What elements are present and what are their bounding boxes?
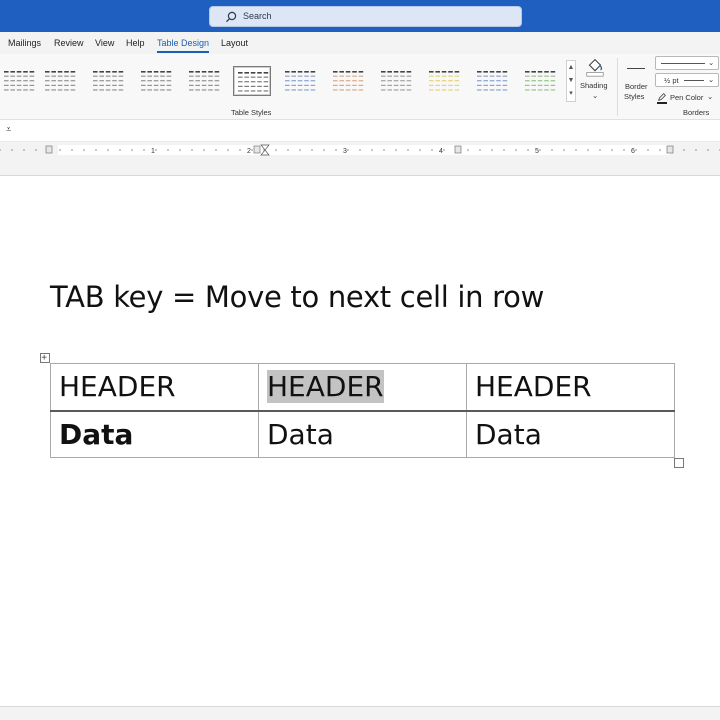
- table-style-option[interactable]: [281, 66, 319, 96]
- ruler-number: 4: [439, 148, 443, 155]
- table-style-thumbnail-icon: [4, 71, 35, 91]
- column-marker[interactable]: [45, 145, 53, 154]
- table-style-option[interactable]: [185, 66, 223, 96]
- tab-mailings[interactable]: Mailings: [8, 38, 41, 48]
- quick-access-bar: ⩡: [0, 120, 720, 142]
- pen-color-label: Pen Color: [670, 93, 704, 102]
- table-style-option[interactable]: [137, 66, 175, 96]
- shading-button[interactable]: Shading ⌄: [580, 56, 610, 102]
- ruler-number: 3: [343, 148, 347, 155]
- search-icon: [226, 11, 237, 23]
- ribbon-tabs: Mailings Review View Help Table Design L…: [0, 32, 720, 54]
- document-table: HEADER HEADER HEADER Data Data Data: [50, 363, 675, 458]
- scroll-down-icon[interactable]: ▼: [567, 74, 575, 87]
- search-placeholder: Search: [243, 11, 272, 21]
- pen-weight-dropdown[interactable]: ½ pt ⌄: [655, 73, 719, 87]
- table-styles-group-label: Table Styles: [231, 108, 272, 117]
- table-style-option[interactable]: [425, 66, 463, 96]
- status-bar: [0, 706, 720, 720]
- cell-text-selected: HEADER: [267, 370, 384, 404]
- ribbon-separator: [617, 58, 618, 116]
- column-marker[interactable]: [666, 145, 674, 154]
- tab-layout[interactable]: Layout: [221, 38, 248, 48]
- tab-table-design[interactable]: Table Design: [157, 38, 210, 53]
- table-style-thumbnail-icon: [93, 71, 124, 91]
- gallery-more-icon[interactable]: ▾: [567, 87, 575, 100]
- border-styles-label-1: Border: [625, 82, 648, 91]
- chevron-down-icon: ⌄: [708, 58, 715, 67]
- table-styles-gallery: [0, 60, 566, 102]
- table-style-option[interactable]: [233, 66, 271, 96]
- border-line-preview: [627, 68, 645, 69]
- table-row: HEADER HEADER HEADER: [50, 363, 675, 412]
- table-cell[interactable]: HEADER: [466, 363, 675, 412]
- pen-weight-line: [684, 80, 704, 81]
- tab-review[interactable]: Review: [54, 38, 84, 48]
- cell-text: Data: [475, 417, 542, 451]
- table-style-option[interactable]: [473, 66, 511, 96]
- table-style-thumbnail-icon: [45, 71, 76, 91]
- borders-group-label: Borders: [683, 108, 710, 117]
- table-move-handle-icon[interactable]: [40, 353, 50, 363]
- table-style-thumbnail-icon: [238, 72, 269, 92]
- table-style-thumbnail-icon: [141, 71, 172, 91]
- document-heading[interactable]: TAB key = Move to next cell in row: [50, 280, 544, 314]
- pen-color-button[interactable]: Pen Color ⌄: [656, 91, 720, 105]
- table-style-option[interactable]: [41, 66, 79, 96]
- shading-bucket-icon: [586, 58, 604, 77]
- scroll-up-icon[interactable]: ▲: [567, 61, 575, 74]
- pen-style-line: [661, 63, 705, 64]
- ruler-number: 6: [631, 148, 635, 155]
- table-resize-handle-icon[interactable]: [674, 458, 684, 468]
- table-cell[interactable]: Data: [258, 410, 467, 458]
- ribbon: ▲ ▼ ▾ Table Styles Shading ⌄ Border Styl…: [0, 54, 720, 120]
- table-cell[interactable]: Data: [466, 410, 675, 458]
- cell-text: HEADER: [475, 370, 592, 404]
- pen-style-dropdown[interactable]: ⌄: [655, 56, 719, 70]
- table-style-option[interactable]: [329, 66, 367, 96]
- column-marker[interactable]: [454, 145, 462, 154]
- table-style-thumbnail-icon: [381, 71, 412, 91]
- table-style-option[interactable]: [0, 66, 38, 96]
- ruler-band: [58, 145, 670, 155]
- table-style-thumbnail-icon: [285, 71, 316, 91]
- chevron-down-icon: ⌄: [708, 75, 715, 84]
- pen-icon: [658, 93, 666, 101]
- table-style-thumbnail-icon: [333, 71, 364, 91]
- quick-access-icon[interactable]: ⩡: [6, 124, 11, 135]
- border-styles-button[interactable]: Border Styles: [622, 58, 652, 104]
- table-cell[interactable]: HEADER: [258, 363, 467, 412]
- pen-weight-value: ½ pt: [664, 76, 679, 85]
- column-marker[interactable]: [253, 145, 261, 154]
- table-cell[interactable]: Data: [50, 410, 259, 458]
- title-bar: Search: [0, 0, 720, 32]
- table-style-thumbnail-icon: [429, 71, 460, 91]
- ruler-number: 1: [151, 148, 155, 155]
- table-style-option[interactable]: [521, 66, 559, 96]
- horizontal-ruler: 1 2 3 4 5 6: [0, 144, 720, 156]
- gallery-scroll[interactable]: ▲ ▼ ▾: [566, 60, 576, 102]
- chevron-down-icon: ⌄: [592, 91, 599, 100]
- tab-view[interactable]: View: [95, 38, 114, 48]
- border-styles-label-2: Styles: [624, 92, 645, 101]
- shading-label: Shading: [580, 81, 608, 90]
- ruler-number: 5: [535, 148, 539, 155]
- table-style-option[interactable]: [89, 66, 127, 96]
- ruler-number: 2: [247, 148, 251, 155]
- table-style-thumbnail-icon: [477, 71, 508, 91]
- cell-text: HEADER: [59, 370, 176, 404]
- table-cell[interactable]: HEADER: [50, 363, 259, 412]
- cell-text: Data: [59, 417, 134, 451]
- pen-color-swatch: [657, 102, 667, 104]
- chevron-down-icon: ⌄: [707, 92, 714, 101]
- document-page: TAB key = Move to next cell in row HEADE…: [0, 176, 720, 706]
- tab-help[interactable]: Help: [126, 38, 145, 48]
- cell-text: Data: [267, 417, 334, 451]
- table-style-option[interactable]: [377, 66, 415, 96]
- search-box[interactable]: Search: [209, 6, 522, 27]
- ruler: 1 2 3 4 5 6: [0, 142, 720, 176]
- table-row: Data Data Data: [50, 410, 675, 458]
- table-style-thumbnail-icon: [525, 71, 556, 91]
- table-style-thumbnail-icon: [189, 71, 220, 91]
